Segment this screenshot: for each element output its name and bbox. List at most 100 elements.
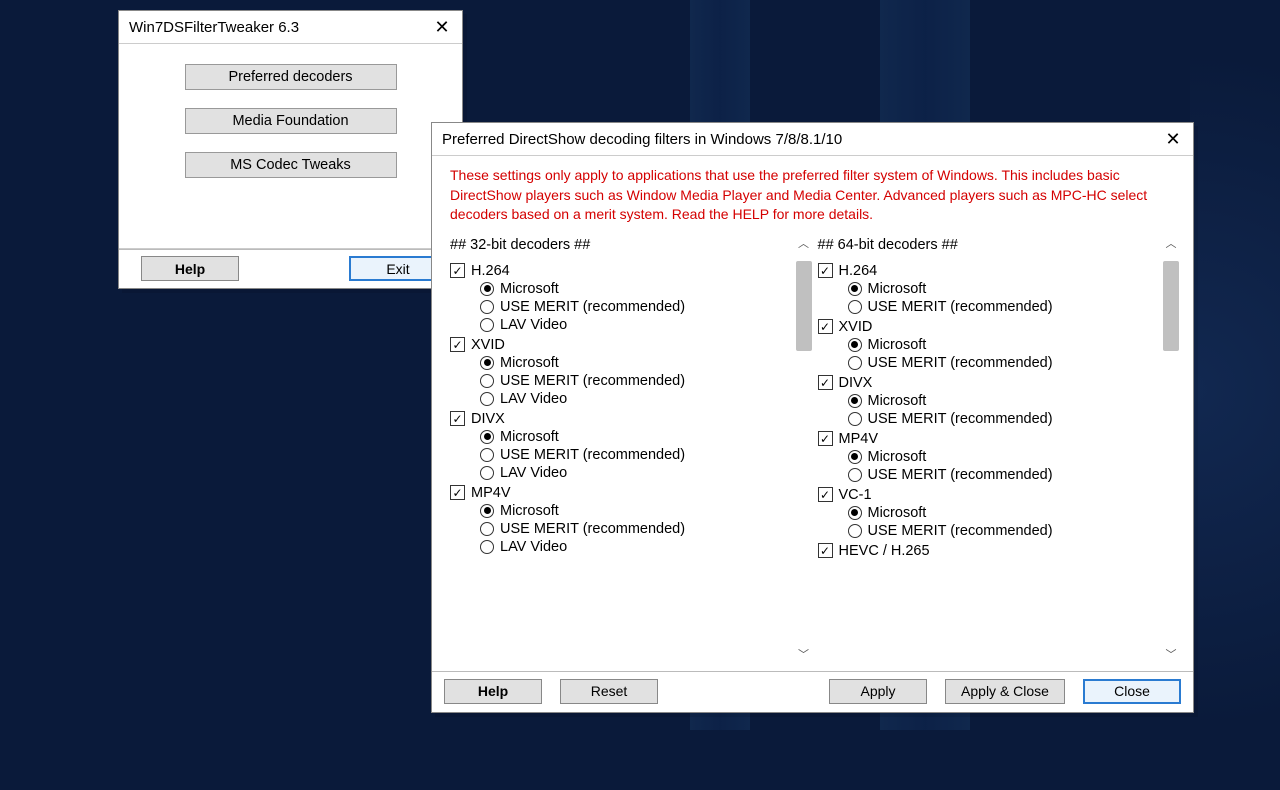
codec-option: Microsoft — [848, 281, 1170, 297]
codec-options: Microsoft USE MERIT (recommended) — [848, 449, 1170, 483]
option-radio[interactable] — [480, 300, 494, 314]
option-radio[interactable] — [480, 282, 494, 296]
codec-options: Microsoft USE MERIT (recommended) — [848, 281, 1170, 315]
option-label: Microsoft — [500, 355, 559, 371]
codec-option: LAV Video — [480, 391, 802, 407]
warning-text: These settings only apply to application… — [450, 166, 1175, 225]
preferred-decoders-button[interactable]: Preferred decoders — [185, 64, 397, 90]
codec-checkbox[interactable] — [450, 485, 465, 500]
option-label: LAV Video — [500, 465, 567, 481]
apply-button[interactable]: Apply — [829, 679, 927, 704]
codec-label: MP4V — [839, 431, 879, 447]
close-icon[interactable]: ✕ — [1153, 123, 1193, 155]
option-radio[interactable] — [480, 318, 494, 332]
option-radio[interactable] — [848, 506, 862, 520]
codec-label: HEVC / H.265 — [839, 543, 930, 559]
option-label: LAV Video — [500, 391, 567, 407]
scroll-down-icon[interactable]: ﹀ — [1163, 646, 1179, 662]
apply-close-button[interactable]: Apply & Close — [945, 679, 1065, 704]
option-radio[interactable] — [848, 394, 862, 408]
option-radio[interactable] — [480, 392, 494, 406]
codec-option: LAV Video — [480, 465, 802, 481]
codec-option: USE MERIT (recommended) — [848, 299, 1170, 315]
option-radio[interactable] — [848, 412, 862, 426]
codec-checkbox[interactable] — [818, 487, 833, 502]
codec-option: USE MERIT (recommended) — [848, 467, 1170, 483]
codec-item: HEVC / H.265 — [818, 543, 1170, 559]
option-radio[interactable] — [480, 504, 494, 518]
window-title: Win7DSFilterTweaker 6.3 — [129, 19, 422, 36]
help-button[interactable]: Help — [444, 679, 542, 704]
codec-checkbox[interactable] — [818, 375, 833, 390]
option-radio[interactable] — [480, 466, 494, 480]
scroll-up-icon[interactable]: ︿ — [1163, 235, 1179, 251]
codec-option: USE MERIT (recommended) — [480, 521, 802, 537]
option-label: USE MERIT (recommended) — [868, 299, 1053, 315]
codec-item: VC-1MicrosoftUSE MERIT (recommended) — [818, 487, 1170, 539]
codec-option: Microsoft — [480, 281, 802, 297]
titlebar[interactable]: Win7DSFilterTweaker 6.3 ✕ — [119, 11, 462, 43]
codec-label: MP4V — [471, 485, 511, 501]
codec-name-row: DIVX — [818, 375, 1170, 391]
option-label: Microsoft — [500, 429, 559, 445]
ms-codec-tweaks-button[interactable]: MS Codec Tweaks — [185, 152, 397, 178]
codec-options: MicrosoftUSE MERIT (recommended)LAV Vide… — [480, 281, 802, 333]
codec-checkbox[interactable] — [450, 411, 465, 426]
option-radio[interactable] — [480, 374, 494, 388]
codec-option: USE MERIT (recommended) — [480, 299, 802, 315]
option-label: Microsoft — [868, 281, 927, 297]
close-icon[interactable]: ✕ — [422, 11, 462, 43]
option-radio[interactable] — [848, 524, 862, 538]
codec-checkbox[interactable] — [818, 543, 833, 558]
option-label: USE MERIT (recommended) — [500, 299, 685, 315]
option-label: Microsoft — [868, 505, 927, 521]
reset-button[interactable]: Reset — [560, 679, 658, 704]
codec-name-row: DIVX — [450, 411, 802, 427]
window-body: Preferred decoders Media Foundation MS C… — [119, 43, 462, 288]
codec-checkbox[interactable] — [818, 319, 833, 334]
codec-label: XVID — [839, 319, 873, 335]
option-label: USE MERIT (recommended) — [868, 523, 1053, 539]
option-radio[interactable] — [848, 300, 862, 314]
codec-checkbox[interactable] — [450, 263, 465, 278]
option-radio[interactable] — [480, 356, 494, 370]
titlebar[interactable]: Preferred DirectShow decoding filters in… — [432, 123, 1193, 155]
codec-options: MicrosoftUSE MERIT (recommended)LAV Vide… — [480, 355, 802, 407]
codec-option: Microsoft — [480, 503, 802, 519]
codec-checkbox[interactable] — [818, 263, 833, 278]
scroll-up-icon[interactable]: ︿ — [796, 235, 812, 251]
filter-tweaker-window: Win7DSFilterTweaker 6.3 ✕ Preferred deco… — [118, 10, 463, 289]
codec-options: Microsoft USE MERIT (recommended) — [848, 393, 1170, 427]
option-radio[interactable] — [480, 430, 494, 444]
option-radio[interactable] — [848, 450, 862, 464]
scroll-thumb[interactable] — [1163, 261, 1179, 351]
codec-name-row: MP4V — [450, 485, 802, 501]
help-button[interactable]: Help — [141, 256, 239, 281]
column-header: ## 64-bit decoders ## — [818, 237, 1170, 253]
codec-option: Microsoft — [848, 505, 1170, 521]
scroll-thumb[interactable] — [796, 261, 812, 351]
option-radio[interactable] — [480, 522, 494, 536]
scroll-down-icon[interactable]: ﹀ — [796, 646, 812, 662]
codec-checkbox[interactable] — [818, 431, 833, 446]
option-radio[interactable] — [848, 282, 862, 296]
option-radio[interactable] — [480, 448, 494, 462]
option-radio[interactable] — [848, 338, 862, 352]
option-label: Microsoft — [868, 449, 927, 465]
option-radio[interactable] — [848, 356, 862, 370]
close-button[interactable]: Close — [1083, 679, 1181, 704]
codec-option: Microsoft — [480, 355, 802, 371]
option-radio[interactable] — [848, 468, 862, 482]
codec-item: H.264 Microsoft USE MERIT (recommended) — [818, 263, 1170, 315]
codec-checkbox[interactable] — [450, 337, 465, 352]
codec-name-row: H.264 — [818, 263, 1170, 279]
codec-option: USE MERIT (recommended) — [848, 411, 1170, 427]
media-foundation-button[interactable]: Media Foundation — [185, 108, 397, 134]
codec-options: MicrosoftUSE MERIT (recommended) — [848, 337, 1170, 371]
codec-name-row: H.264 — [450, 263, 802, 279]
codec-option: Microsoft — [848, 393, 1170, 409]
codec-list-64: H.264 Microsoft USE MERIT (recommended) XVI… — [818, 263, 1170, 559]
codec-label: H.264 — [471, 263, 510, 279]
64bit-column: ︿ ﹀ ## 64-bit decoders ## H.264 Microsoft… — [818, 235, 1176, 665]
option-radio[interactable] — [480, 540, 494, 554]
